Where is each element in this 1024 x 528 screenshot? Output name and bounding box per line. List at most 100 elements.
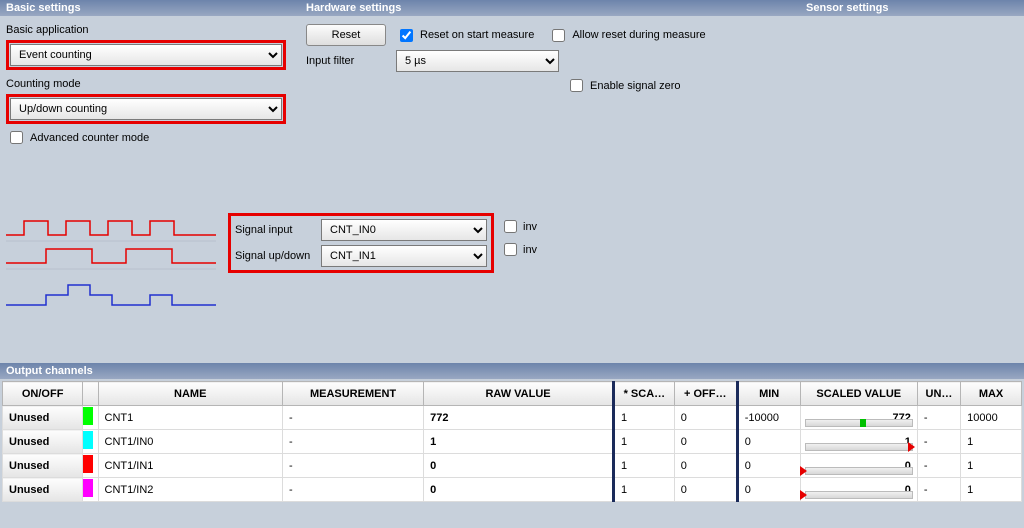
cell-off[interactable]: 0 [674,454,737,478]
table-row[interactable]: UnusedCNT1/IN0-11001-1 [3,430,1022,454]
advanced-counter-mode-label: Advanced counter mode [30,132,149,144]
enable-signal-zero-label: Enable signal zero [590,80,681,92]
cell-scaled-value[interactable]: 0 [800,478,917,502]
basic-application-select[interactable]: Event counting [10,44,282,66]
signal-form: Signal input CNT_IN0 Signal up/down CNT_… [228,213,494,273]
table-row[interactable]: UnusedCNT1/IN2-01000-1 [3,478,1022,502]
signal-selects-highlight: Signal input CNT_IN0 Signal up/down CNT_… [228,213,494,273]
cell-scaled-value[interactable]: 0 [800,454,917,478]
top-section-headers: Basic settings Hardware settings Sensor … [0,0,1024,16]
counting-mode-select[interactable]: Up/down counting [10,98,282,120]
scaled-indicator [860,419,866,427]
signal-updown-select[interactable]: CNT_IN1 [321,245,487,267]
col-max[interactable]: MAX [961,382,1022,406]
signal-input-select[interactable]: CNT_IN0 [321,219,487,241]
cell-raw-value[interactable]: 772 [424,406,614,430]
color-swatch [83,407,93,425]
allow-reset-during-checkbox[interactable]: Allow reset during measure [548,26,705,45]
cell-name[interactable]: CNT1 [98,406,283,430]
cell-sca[interactable]: 1 [614,430,675,454]
hardware-settings-block: Reset Reset on start measure Allow reset… [306,24,826,151]
cell-onoff[interactable]: Unused [3,406,83,430]
cell-raw-value[interactable]: 0 [424,454,614,478]
signal-updown-label: Signal up/down [235,250,321,262]
table-row[interactable]: UnusedCNT1/IN1-01000-1 [3,454,1022,478]
reset-on-start-input[interactable] [400,29,413,42]
signal-input-inv-input[interactable] [504,220,517,233]
col-scaled-value[interactable]: SCALED VALUE [800,382,917,406]
signal-input-inv-checkbox[interactable]: inv [500,217,537,236]
cell-onoff[interactable]: Unused [3,430,83,454]
advanced-counter-mode-checkbox[interactable]: Advanced counter mode [6,128,149,147]
col-measurement[interactable]: MEASUREMENT [283,382,424,406]
cell-measurement[interactable]: - [283,454,424,478]
col-min[interactable]: MIN [737,382,800,406]
cell-off[interactable]: 0 [674,478,737,502]
cell-raw-value[interactable]: 1 [424,430,614,454]
cell-min[interactable]: 0 [737,430,800,454]
cell-measurement[interactable]: - [283,478,424,502]
cell-unit[interactable]: - [917,406,960,430]
reset-on-start-label: Reset on start measure [420,29,534,41]
cell-sca[interactable]: 1 [614,406,675,430]
cell-name[interactable]: CNT1/IN0 [98,430,283,454]
cell-max[interactable]: 1 [961,430,1022,454]
col-color[interactable] [83,382,98,406]
cell-max[interactable]: 1 [961,478,1022,502]
cell-scaled-value[interactable]: 1 [800,430,917,454]
inv-column: inv inv [494,213,537,263]
cell-sca[interactable]: 1 [614,478,675,502]
allow-reset-during-input[interactable] [552,29,565,42]
cell-raw-value[interactable]: 0 [424,478,614,502]
cell-color[interactable] [83,406,98,430]
signal-updown-inv-checkbox[interactable]: inv [500,240,537,259]
signal-updown-inv-input[interactable] [504,243,517,256]
cell-name[interactable]: CNT1/IN2 [98,478,283,502]
cell-name[interactable]: CNT1/IN1 [98,454,283,478]
col-name[interactable]: NAME [98,382,283,406]
cell-onoff[interactable]: Unused [3,478,83,502]
color-swatch [83,431,93,449]
col-raw-value[interactable]: RAW VALUE [424,382,614,406]
cell-color[interactable] [83,454,98,478]
cell-min[interactable]: 0 [737,454,800,478]
counting-mode-label: Counting mode [6,78,116,90]
col-sca[interactable]: * SCA… [614,382,675,406]
input-filter-select[interactable]: 5 µs [396,50,559,72]
header-sensor-settings: Sensor settings [806,2,1018,14]
cell-max[interactable]: 10000 [961,406,1022,430]
enable-signal-zero-checkbox[interactable]: Enable signal zero [396,76,681,95]
color-swatch [83,479,93,497]
col-onoff[interactable]: ON/OFF [3,382,83,406]
cell-unit[interactable]: - [917,454,960,478]
table-row[interactable]: UnusedCNT1-77210-10000772-10000 [3,406,1022,430]
col-off[interactable]: + OFF… [674,382,737,406]
reset-on-start-checkbox[interactable]: Reset on start measure [396,26,534,45]
cell-measurement[interactable]: - [283,430,424,454]
col-unit[interactable]: UN… [917,382,960,406]
cell-unit[interactable]: - [917,478,960,502]
reset-button[interactable]: Reset [306,24,386,46]
enable-signal-zero-input[interactable] [570,79,583,92]
cell-measurement[interactable]: - [283,406,424,430]
scaled-arrow-icon [800,466,807,476]
cell-color[interactable] [83,478,98,502]
cell-onoff[interactable]: Unused [3,454,83,478]
counting-mode-highlight: Up/down counting [6,94,286,124]
cell-scaled-value[interactable]: 772 [800,406,917,430]
signal-panel: Signal input CNT_IN0 Signal up/down CNT_… [0,203,1024,333]
cell-min[interactable]: -10000 [737,406,800,430]
cell-unit[interactable]: - [917,430,960,454]
scaled-bar [805,491,913,499]
basic-application-highlight: Event counting [6,40,286,70]
cell-max[interactable]: 1 [961,454,1022,478]
cell-sca[interactable]: 1 [614,454,675,478]
cell-off[interactable]: 0 [674,406,737,430]
scaled-bar [805,443,913,451]
advanced-counter-mode-input[interactable] [10,131,23,144]
signal-updown-inv-label: inv [523,244,537,256]
cell-color[interactable] [83,430,98,454]
cell-min[interactable]: 0 [737,478,800,502]
cell-off[interactable]: 0 [674,430,737,454]
scaled-arrow-icon [800,490,807,500]
